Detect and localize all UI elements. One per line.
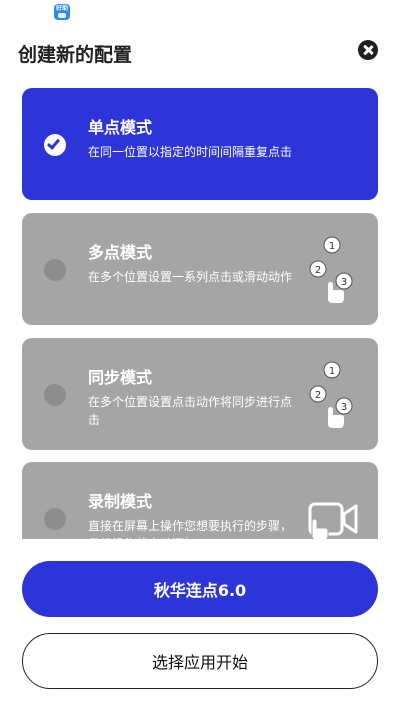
mode-card-record[interactable]: 录制模式 直接在屏幕上操作您想要执行的步骤，目标操作将自动添加: [22, 462, 378, 539]
mode-card-sync[interactable]: 同步模式 在多个位置设置点击动作将同步进行点击 1 2 3: [22, 338, 378, 450]
mode-radio-sync[interactable]: [44, 384, 66, 406]
mode-list[interactable]: 单点模式 在同一位置以指定的时间间隔重复点击 多点模式 在多个位置设置一系列点击…: [0, 88, 400, 539]
point-number: 2: [315, 265, 321, 276]
dialog-title: 创建新的配置: [18, 44, 133, 66]
mode-description: 在同一位置以指定的时间间隔重复点击: [88, 145, 293, 159]
app-notification-icon: 好助: [54, 4, 70, 20]
mode-name: 同步模式: [88, 368, 153, 387]
start-service-button[interactable]: 秋华连点6.0: [22, 561, 378, 617]
checkmark-icon: [46, 136, 61, 150]
point-number: 3: [341, 402, 347, 413]
mode-card-single-point[interactable]: 单点模式 在同一位置以指定的时间间隔重复点击: [22, 88, 378, 200]
mode-description: 直接在屏幕上操作您想要执行的步骤，目标操作将自动添加: [88, 519, 293, 539]
mode-name: 录制模式: [88, 492, 153, 511]
mode-description: 在多个位置设置点击动作将同步进行点击: [88, 395, 293, 427]
point-number: 1: [329, 241, 335, 252]
dialog-header: 创建新的配置: [0, 32, 400, 72]
status-bar: 好助: [0, 0, 400, 26]
mode-radio-single-point[interactable]: [44, 134, 66, 156]
mode-card-multi-point[interactable]: 多点模式 在多个位置设置一系列点击或滑动动作 1 2 3: [22, 213, 378, 325]
point-number: 1: [329, 366, 335, 377]
mode-radio-multi-point[interactable]: [44, 259, 66, 281]
mode-name: 多点模式: [88, 243, 153, 262]
video-record-icon: [308, 502, 358, 539]
mode-name: 单点模式: [88, 118, 153, 137]
point-number: 3: [341, 277, 347, 288]
close-icon[interactable]: [358, 40, 378, 60]
app-notification-label: 好助: [55, 5, 68, 12]
mode-description: 在多个位置设置一系列点击或滑动动作: [88, 270, 293, 284]
sync-point-icon: 1 2 3: [309, 361, 353, 428]
mode-radio-record[interactable]: [44, 508, 66, 530]
choose-app-button[interactable]: 选择应用开始: [22, 633, 378, 689]
point-number: 2: [315, 390, 321, 401]
config-dialog: 好助 创建新的配置 单点模式 在同一位置以指定的时间间隔重复点击 多点模式 在多…: [0, 0, 400, 711]
multi-point-icon: 1 2 3: [309, 236, 353, 303]
